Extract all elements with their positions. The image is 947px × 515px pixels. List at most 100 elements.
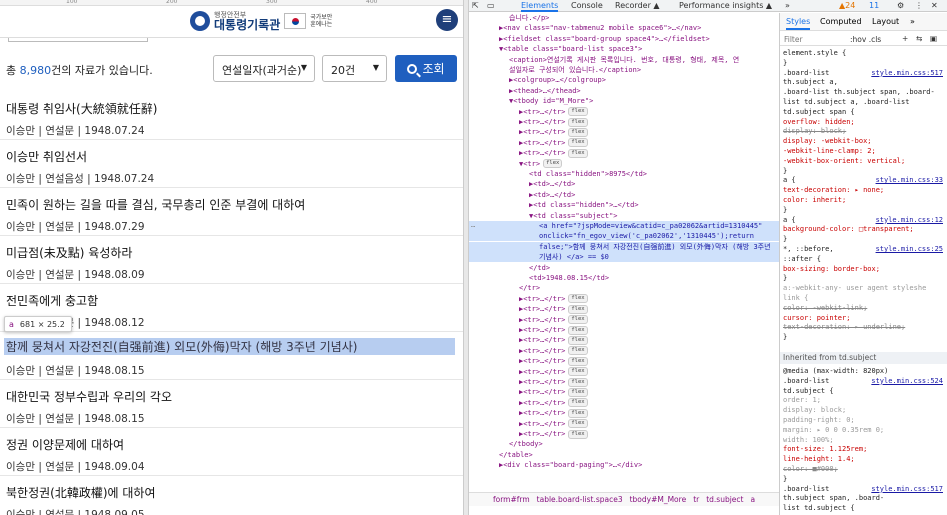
ellipsis-icon[interactable]: …: [471, 221, 475, 229]
dom-node-line[interactable]: <caption>연설기록 게시판 목록입니다. 번호, 대통령, 형태, 제목…: [469, 55, 779, 65]
style-line[interactable]: list td.subject {: [783, 504, 945, 513]
dom-node-line[interactable]: ▶<tr>…</tr> flex: [469, 356, 779, 366]
flex-badge[interactable]: flex: [568, 138, 588, 148]
dom-node-line[interactable]: ▶<tr>…</tr> flex: [469, 346, 779, 356]
flex-badge[interactable]: flex: [568, 398, 588, 408]
list-item[interactable]: 미급점(未及點) 육성하라 이승만 | 연설문 | 1948.08.09: [0, 236, 463, 284]
breadcrumb-item[interactable]: a: [751, 495, 756, 504]
speech-title[interactable]: 민족이 원하는 길을 따를 결심, 국무총리 인준 부결에 대하여: [6, 196, 457, 213]
style-line[interactable]: .board-list style.min.css:524: [783, 377, 945, 386]
dom-node-line[interactable]: </tr>: [469, 283, 779, 293]
style-line[interactable]: element.style {: [783, 49, 945, 58]
flex-badge[interactable]: flex: [568, 419, 588, 429]
dom-node-line[interactable]: ▶<tr>…</tr> flex: [469, 315, 779, 325]
style-line[interactable]: .board-list style.min.css:517: [783, 69, 945, 78]
search-button[interactable]: 조회: [395, 55, 457, 82]
flex-badge[interactable]: flex: [568, 325, 588, 335]
dom-node-line[interactable]: ▶<tr>…</tr> flex: [469, 138, 779, 148]
style-line[interactable]: a {style.min.css:33: [783, 176, 945, 185]
inspect-icon[interactable]: ⇱: [472, 0, 484, 12]
style-line[interactable]: cursor: pointer;: [783, 314, 945, 323]
style-line[interactable]: order: 1;: [783, 396, 945, 405]
dom-node-line[interactable]: ▶<tr>…</tr> flex: [469, 387, 779, 397]
dom-node-line[interactable]: false;">함께 뭉쳐서 자강전진(自强前進) 외모(外侮)막자 (해방 3…: [469, 241, 779, 252]
add-rule-icon[interactable]: +: [902, 34, 908, 43]
speech-title[interactable]: 정권 이양문제에 대하여: [6, 436, 457, 453]
style-line[interactable]: list td.subject a, .board-list: [783, 98, 945, 107]
style-line[interactable]: padding-right: 0;: [783, 416, 945, 425]
dom-node-line[interactable]: ▶<td>…</td>: [469, 190, 779, 200]
style-line[interactable]: box-sizing: border-box;: [783, 265, 945, 274]
style-line[interactable]: .board-list th.subject span, .board-: [783, 88, 945, 97]
list-item[interactable]: 대한민국 정부수립과 우리의 각오 이승만 | 연설문 | 1948.08.15: [0, 380, 463, 428]
style-line[interactable]: width: 100%;: [783, 436, 945, 445]
breadcrumb-item[interactable]: tr: [693, 495, 699, 504]
dom-node-line[interactable]: </td>: [469, 263, 779, 273]
style-line[interactable]: a:-webkit-any- user agent styleshe: [783, 284, 945, 293]
sidebar-icon[interactable]: ▣: [930, 34, 937, 43]
list-item[interactable]: 이승만 취임선서 이승만 | 연설음성 | 1948.07.24: [0, 140, 463, 188]
filter-input[interactable]: Filter: [784, 35, 803, 44]
flex-badge[interactable]: flex: [568, 356, 588, 366]
style-line[interactable]: }: [783, 475, 945, 484]
dom-node-line[interactable]: <td class="hidden">8975</td>: [469, 169, 779, 179]
flex-badge[interactable]: flex: [568, 127, 588, 137]
style-line[interactable]: display: block;: [783, 406, 945, 415]
dom-node-line[interactable]: ▶<tr>…</tr> flex: [469, 127, 779, 137]
style-line[interactable]: }: [783, 333, 945, 342]
speech-title[interactable]: 대한민국 정부수립과 우리의 각오: [6, 388, 457, 405]
count-select[interactable]: 20건 ▼: [322, 55, 387, 82]
device-toggle-icon[interactable]: ▭: [487, 0, 499, 12]
list-item[interactable]: 대통령 취임사(大統領就任辭) 이승만 | 연설문 | 1948.07.24: [0, 92, 463, 140]
close-icon[interactable]: ✕: [931, 0, 938, 12]
breadcrumb-item[interactable]: tbody#M_More: [630, 495, 687, 504]
style-line[interactable]: -webkit-line-clamp: 2;: [783, 147, 945, 156]
speech-title[interactable]: 함께 뭉쳐서 자강전진(自强前進) 외모(外侮)막자 (해방 3주년 기념사): [4, 338, 455, 355]
tab-console[interactable]: Console: [571, 0, 603, 12]
style-line[interactable]: }: [783, 235, 945, 244]
style-line[interactable]: line-height: 1.4;: [783, 455, 945, 464]
style-line[interactable]: text-decoration: ▸ none;: [783, 186, 945, 195]
dom-node-line[interactable]: <a href="?jspMode=view&catid=c_pa02062&a…: [469, 221, 779, 231]
list-item[interactable]: 정권 이양문제에 대하여 이승만 | 연설문 | 1948.09.04: [0, 428, 463, 476]
tab-layout[interactable]: Layout: [872, 17, 899, 26]
speech-title[interactable]: 미급점(未及點) 육성하라: [6, 244, 457, 261]
hamburger-icon[interactable]: ≡: [436, 9, 458, 31]
flex-badge[interactable]: flex: [568, 335, 588, 345]
toggle-icon[interactable]: ⇆: [916, 34, 922, 43]
dom-node-line[interactable]: 기념사) </a> == $0: [469, 252, 779, 263]
dom-node-line[interactable]: ▶<thead>…</thead>: [469, 86, 779, 96]
style-source-link[interactable]: style.min.css:517: [871, 69, 943, 78]
style-line[interactable]: @media (max-width: 820px): [783, 367, 945, 376]
flex-badge[interactable]: flex: [568, 107, 588, 117]
list-item[interactable]: 북한정권(北韓政權)에 대하여 이승만 | 연설문 | 1948.09.05: [0, 476, 463, 515]
speech-title[interactable]: 대통령 취임사(大統領就任辭): [6, 100, 457, 117]
flex-badge[interactable]: flex: [568, 387, 588, 397]
speech-title[interactable]: 북한정권(北韓政權)에 대하여: [6, 484, 457, 501]
dom-node-line[interactable]: 습니다.</p>: [469, 13, 779, 23]
style-line[interactable]: color: -webkit-link;: [783, 304, 945, 313]
style-source-link[interactable]: style.min.css:517: [871, 485, 943, 494]
dom-node-line[interactable]: ▼<tr> flex: [469, 159, 779, 169]
dom-node-line[interactable]: </table>: [469, 450, 779, 460]
list-item[interactable]: 민족이 원하는 길을 따를 결심, 국무총리 인준 부결에 대하여 이승만 | 연…: [0, 188, 463, 236]
style-line[interactable]: td.subject span {: [783, 108, 945, 117]
dom-node-line[interactable]: ▼<td class="subject">: [469, 211, 779, 221]
tab-styles[interactable]: Styles: [786, 17, 811, 30]
breadcrumb-item[interactable]: table.board-list.space3: [537, 495, 623, 504]
dom-node-line[interactable]: <td>1948.08.15</td>: [469, 273, 779, 283]
style-line[interactable]: color: inherit;: [783, 196, 945, 205]
style-source-link[interactable]: style.min.css:25: [876, 245, 943, 254]
style-line[interactable]: display: -webkit-box;: [783, 137, 945, 146]
dom-node-line[interactable]: ▶<tr>…</tr> flex: [469, 117, 779, 127]
dom-node-line[interactable]: ▼<table class="board-list space3">: [469, 44, 779, 54]
speech-title[interactable]: 이승만 취임선서: [6, 148, 457, 165]
style-line[interactable]: }: [783, 167, 945, 176]
style-line[interactable]: text-decoration: ▸ underline;: [783, 323, 945, 332]
dom-node-line[interactable]: ▼<tbody id="M_More">: [469, 96, 779, 106]
tab-recorder[interactable]: Recorder ▲: [615, 0, 660, 12]
style-line[interactable]: background-color: □transparent;: [783, 225, 945, 234]
site-logo[interactable]: 행정안전부 대통령기록관 국가보안 훈에나는: [190, 8, 334, 34]
more-options-icon[interactable]: ⋮: [915, 0, 923, 12]
flex-badge[interactable]: flex: [568, 377, 588, 387]
